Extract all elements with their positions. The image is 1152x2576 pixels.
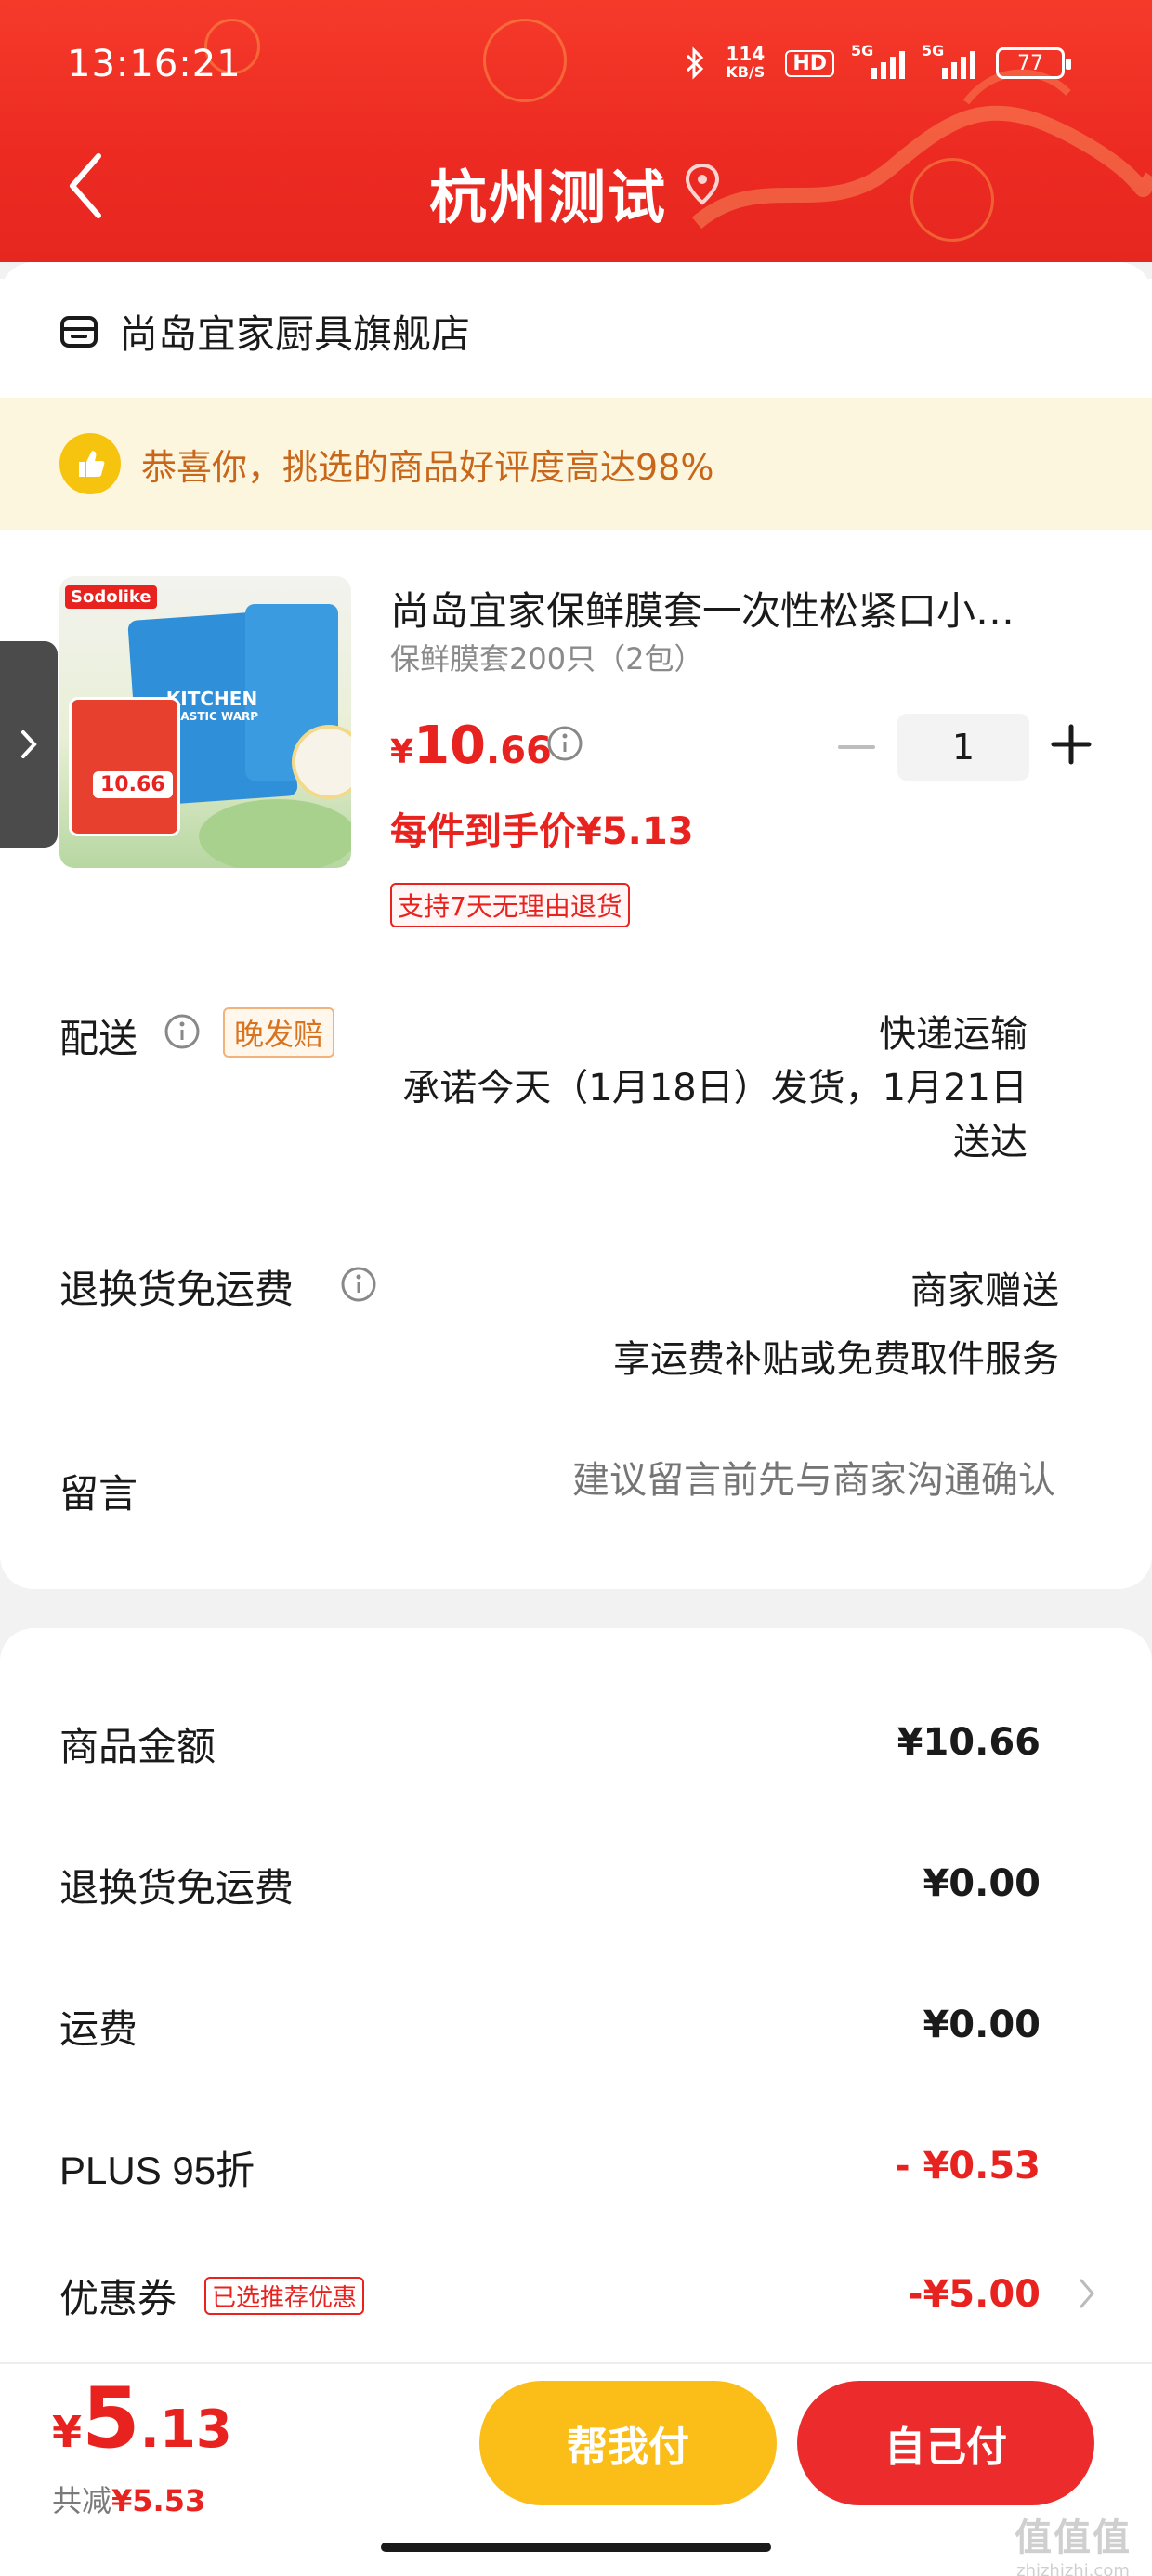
quantity-input[interactable]: 1: [897, 714, 1029, 781]
home-indicator[interactable]: [381, 2543, 771, 2552]
battery-level: 77: [1017, 51, 1043, 75]
coupon-label[interactable]: 优惠券: [59, 2267, 177, 2324]
watermark-logo: 值值值: [1015, 2517, 1132, 2559]
price-decimal: .66: [486, 729, 552, 772]
delivery-promise: 承诺今天（1月18日）发货，1月21日: [402, 1067, 1028, 1110]
shop-row[interactable]: 尚岛宜家厨具旗舰店: [59, 303, 470, 360]
total-integer: 5: [82, 2370, 140, 2467]
product-price: ¥ 10 .66: [390, 716, 552, 776]
promo-price: 10.66: [93, 771, 173, 798]
quantity-minus-button[interactable]: [832, 727, 881, 768]
price-currency: ¥: [390, 733, 414, 771]
promo-badge: [69, 697, 180, 836]
brand-logo: Sodolike: [65, 585, 157, 609]
hd-voice-badge: HD: [785, 49, 834, 77]
free-return-detail: 享运费补贴或免费取件服务: [613, 1338, 1059, 1381]
battery-icon: 77: [996, 47, 1071, 79]
net-speed: 114 KB/S: [726, 45, 765, 82]
shop-name: 尚岛宜家厨具旗舰店: [119, 311, 471, 357]
free-return-provider: 商家赠送: [910, 1269, 1059, 1312]
header: 13:16:21 114 KB/S HD 5G 5G 77 杭州测试: [0, 0, 1152, 262]
watermark: 值值值 zhizhizhi.com: [1015, 2507, 1132, 2576]
info-icon[interactable]: [340, 1266, 377, 1303]
promo-price-value: 10.66: [100, 773, 165, 796]
chevron-right-icon: [21, 730, 37, 758]
info-icon[interactable]: [164, 1013, 201, 1050]
info-icon[interactable]: [546, 725, 583, 762]
side-expand-tab[interactable]: [0, 641, 58, 848]
product-title[interactable]: 尚岛宜家保鲜膜套一次性松紧口小…: [390, 580, 1059, 637]
product-image[interactable]: Sodolike KITCHEN PLASTIC WARP 10.66: [59, 576, 351, 868]
message-input[interactable]: [405, 1459, 1055, 1502]
rating-banner: 恭喜你，挑选的商品好评度高达98%: [0, 398, 1152, 530]
price-integer: 10: [413, 716, 486, 776]
return-policy-tag: 支持7天无理由退货: [390, 883, 630, 927]
thumbs-up-icon: [59, 433, 121, 494]
unit-price: 每件到手价¥5.13: [390, 810, 694, 853]
shipping-fee-label: 运费: [59, 2006, 138, 2052]
chevron-right-icon[interactable]: [1076, 2275, 1098, 2312]
delivery-method: 快递运输: [879, 1013, 1028, 1056]
help-me-pay-button[interactable]: 帮我付: [479, 2381, 777, 2505]
watermark-url: zhizhizhi.com: [1016, 2561, 1130, 2576]
return-shipping-label: 退换货免运费: [59, 1865, 295, 1911]
net-speed-unit: KB/S: [726, 63, 766, 81]
net-speed-value: 114: [726, 43, 766, 65]
bluetooth-icon: [687, 46, 704, 80]
food-plate: [292, 725, 351, 799]
store-icon: [60, 315, 98, 348]
coupon-recommended-tag: 已选推荐优惠: [204, 2277, 365, 2315]
message-label: 留言: [59, 1471, 138, 1517]
signal-label: 5G: [922, 42, 945, 59]
quantity-plus-button[interactable]: [1050, 723, 1093, 766]
saved-label: 共减: [52, 2483, 112, 2518]
pay-myself-button[interactable]: 自己付: [797, 2381, 1094, 2505]
plus-discount-value: - ¥0.53: [894, 2145, 1041, 2188]
delivery-info[interactable]: 快递运输 承诺今天（1月18日）发货，1月21日 送达: [402, 1007, 1028, 1169]
delivery-label: 配送: [59, 1016, 138, 1061]
signal-icon: 5G: [922, 42, 975, 79]
return-shipping-value: ¥0.00: [923, 1862, 1041, 1905]
shipping-fee-value: ¥0.00: [923, 2004, 1041, 2046]
status-icons: 114 KB/S HD 5G 5G 77: [685, 42, 1071, 82]
goods-amount-label: 商品金额: [59, 1724, 216, 1769]
total-price: ¥ 5 .13: [52, 2370, 232, 2467]
signal-icon: 5G: [851, 42, 905, 79]
coupon-value[interactable]: -¥5.00: [908, 2273, 1041, 2316]
delivery-promise-end: 送达: [953, 1121, 1028, 1163]
status-bar: 13:16:21 114 KB/S HD 5G 5G 77: [0, 0, 1152, 139]
total-currency: ¥: [52, 2407, 83, 2457]
late-delivery-compensation-tag: 晚发赔: [223, 1007, 335, 1058]
location-pin-icon[interactable]: [680, 162, 725, 206]
goods-amount-value: ¥10.66: [897, 1721, 1041, 1764]
plus-discount-label: PLUS 95折: [59, 2149, 255, 2192]
saved-value: ¥5.53: [111, 2483, 206, 2518]
total-saved: 共减¥5.53: [52, 2477, 205, 2520]
green-plate: [199, 799, 351, 868]
page-title: 杭州测试: [428, 164, 667, 231]
rating-banner-text: 恭喜你，挑选的商品好评度高达98%: [141, 446, 714, 488]
free-return-label: 退换货免运费: [59, 1267, 295, 1312]
status-time: 13:16:21: [67, 43, 242, 85]
free-return-info: 商家赠送 享运费补贴或免费取件服务: [613, 1256, 1059, 1394]
product-spec: 保鲜膜套200只（2包）: [390, 641, 704, 677]
total-decimal: .13: [139, 2399, 232, 2460]
signal-label: 5G: [851, 42, 874, 59]
